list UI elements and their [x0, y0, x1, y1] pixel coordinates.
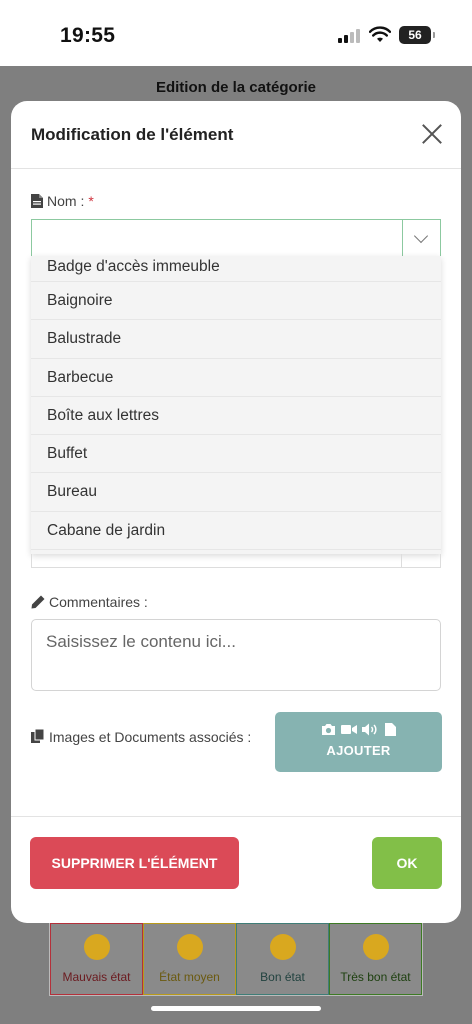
hidden-field-edge — [31, 554, 441, 568]
background-page-title: Edition de la catégorie — [155, 79, 317, 96]
delete-element-button[interactable]: SUPPRIMER L'ÉLÉMENT — [30, 837, 239, 889]
comments-label: Commentaires : — [31, 594, 148, 610]
attachments-label-text: Images et Documents associés : — [49, 729, 252, 745]
name-label-text: Nom : — [47, 193, 85, 209]
chevron-down-icon[interactable] — [402, 220, 440, 256]
dropdown-option[interactable]: Badge d'accès immeuble — [31, 256, 441, 282]
smile-face-icon — [269, 934, 296, 960]
comments-textarea[interactable]: Saisissez le contenu ici... — [31, 619, 441, 691]
attachments-label: Images et Documents associés : — [31, 721, 276, 753]
dropdown-option[interactable]: Baignoire — [31, 282, 441, 321]
condition-very-good[interactable]: Très bon état — [329, 923, 422, 995]
cellular-signal-icon — [338, 29, 362, 43]
condition-label: Bon état — [260, 970, 305, 984]
close-icon[interactable] — [421, 123, 443, 145]
condition-average[interactable]: État moyen — [143, 923, 236, 995]
neutral-face-icon — [176, 934, 203, 960]
wifi-icon — [369, 26, 391, 42]
dropdown-option[interactable]: Buffet — [31, 435, 441, 474]
dropdown-option[interactable]: Barbecue — [31, 359, 441, 397]
sad-face-icon — [83, 934, 110, 960]
pencil-icon — [31, 595, 45, 609]
dropdown-option[interactable]: Boîte aux lettres — [31, 397, 441, 436]
header-divider — [11, 168, 461, 169]
dropdown-option[interactable]: Balustrade — [31, 320, 441, 359]
add-attachment-label: AJOUTER — [326, 743, 391, 758]
name-options-dropdown: Badge d'accès immeuble Baignoire Balustr… — [31, 256, 441, 554]
status-time: 19:55 — [60, 24, 116, 47]
comments-label-text: Commentaires : — [49, 594, 148, 610]
document-icon — [385, 723, 396, 736]
edit-element-modal: Modification de l'élément Nom : * Badge … — [11, 101, 461, 923]
condition-good[interactable]: Bon état — [236, 923, 329, 995]
name-label: Nom : * — [31, 193, 94, 209]
condition-label: Mauvais état — [62, 970, 131, 984]
home-indicator — [151, 1006, 321, 1011]
footer-divider — [11, 816, 461, 817]
copy-icon — [31, 729, 45, 743]
condition-selector: Mauvais état État moyen Bon état Très bo… — [49, 922, 423, 996]
volume-icon — [362, 723, 377, 736]
dropdown-option[interactable]: Cabane de jardin — [31, 512, 441, 551]
battery-icon: 56 — [399, 26, 435, 44]
media-icons — [275, 723, 442, 737]
camera-icon — [322, 724, 335, 735]
modal-title: Modification de l'élément — [31, 125, 234, 144]
add-attachment-button[interactable]: AJOUTER — [275, 712, 442, 772]
grin-face-icon — [362, 934, 389, 960]
required-mark: * — [88, 193, 94, 209]
condition-label: Très bon état — [340, 970, 411, 984]
file-icon — [31, 194, 43, 208]
video-icon — [341, 725, 357, 734]
condition-label: État moyen — [159, 970, 220, 984]
dropdown-option[interactable]: Bureau — [31, 473, 441, 512]
name-select[interactable] — [31, 219, 441, 257]
condition-bad[interactable]: Mauvais état — [50, 923, 143, 995]
status-bar: 19:55 56 — [0, 0, 472, 66]
ok-button[interactable]: OK — [372, 837, 442, 889]
